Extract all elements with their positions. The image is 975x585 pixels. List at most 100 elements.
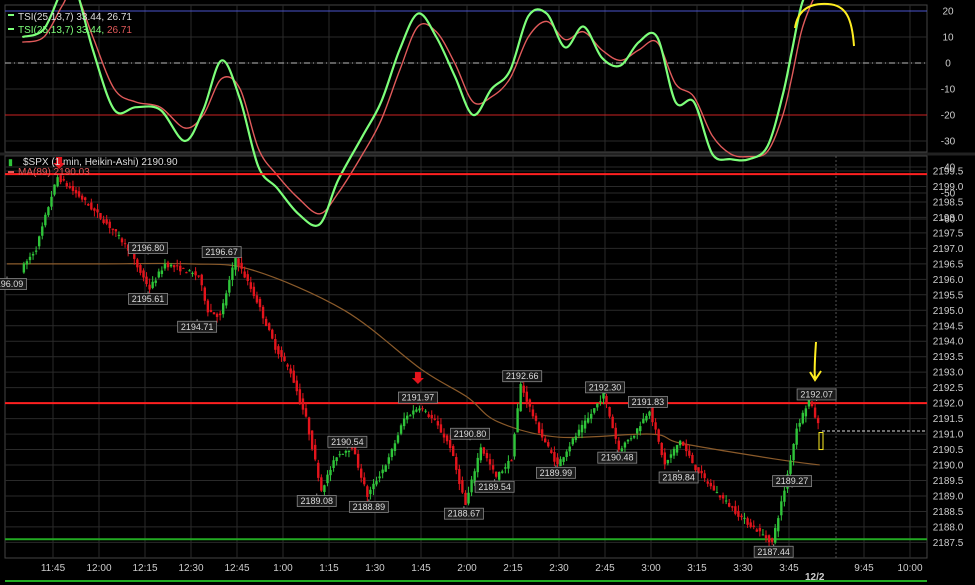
candle[interactable] [458, 469, 461, 484]
candle[interactable] [559, 459, 562, 467]
candle[interactable] [461, 480, 464, 493]
candle[interactable] [341, 453, 344, 455]
candle[interactable] [246, 274, 249, 281]
candle[interactable] [105, 219, 108, 224]
candle[interactable] [326, 474, 329, 484]
candle[interactable] [626, 439, 630, 442]
candle[interactable] [789, 460, 792, 474]
candle[interactable] [252, 286, 256, 296]
candle[interactable] [231, 267, 234, 281]
candle[interactable] [298, 389, 302, 402]
candle[interactable] [111, 228, 114, 230]
candle[interactable] [516, 408, 519, 433]
candle[interactable] [237, 258, 240, 266]
candle[interactable] [50, 196, 53, 207]
candle[interactable] [332, 460, 335, 469]
candle[interactable] [151, 281, 154, 288]
candle[interactable] [498, 472, 501, 480]
candle[interactable] [544, 438, 547, 443]
candle[interactable] [304, 408, 308, 417]
candle[interactable] [550, 450, 553, 454]
candle[interactable] [228, 280, 231, 293]
candle[interactable] [179, 265, 182, 272]
candle[interactable] [424, 410, 427, 412]
candle[interactable] [433, 418, 436, 420]
candle[interactable] [176, 265, 179, 267]
candle[interactable] [44, 214, 47, 226]
candle[interactable] [369, 489, 372, 495]
candle[interactable] [280, 350, 283, 358]
candle[interactable] [491, 465, 495, 470]
candle[interactable] [412, 410, 415, 415]
candle[interactable] [712, 485, 716, 491]
candle[interactable] [642, 418, 645, 424]
candle[interactable] [620, 448, 624, 452]
candle[interactable] [657, 429, 660, 442]
candle[interactable] [761, 534, 765, 536]
candle[interactable] [804, 408, 808, 417]
candle[interactable] [99, 213, 102, 219]
candle[interactable] [264, 318, 268, 327]
candle[interactable] [728, 502, 731, 507]
candle[interactable] [212, 312, 216, 315]
candle[interactable] [718, 495, 722, 498]
candle[interactable] [182, 267, 185, 269]
candle[interactable] [553, 452, 556, 462]
candle[interactable] [418, 408, 421, 411]
candle[interactable] [243, 271, 246, 278]
candle[interactable] [360, 468, 363, 478]
candle[interactable] [599, 401, 602, 403]
candle[interactable] [663, 452, 666, 465]
candle[interactable] [268, 323, 271, 330]
candle[interactable] [258, 299, 262, 308]
candle[interactable] [617, 440, 620, 450]
candle[interactable] [531, 409, 535, 417]
candle[interactable] [795, 428, 798, 445]
candle[interactable] [335, 457, 338, 462]
candle[interactable] [271, 329, 274, 339]
candle[interactable] [163, 263, 167, 269]
candle[interactable] [774, 528, 777, 543]
candle[interactable] [685, 444, 688, 452]
candle[interactable] [387, 457, 390, 464]
candle[interactable] [286, 364, 289, 367]
candle[interactable] [41, 226, 44, 236]
candle[interactable] [381, 469, 384, 474]
candle[interactable] [68, 186, 72, 188]
candle[interactable] [329, 469, 332, 476]
candle[interactable] [574, 436, 578, 441]
candle[interactable] [277, 346, 280, 355]
candle[interactable] [117, 234, 121, 236]
candle[interactable] [813, 407, 817, 418]
candle[interactable] [816, 417, 820, 424]
candle[interactable] [120, 238, 124, 243]
candle[interactable] [476, 457, 479, 473]
candle[interactable] [71, 186, 75, 191]
candle[interactable] [402, 418, 406, 427]
candle[interactable] [540, 429, 544, 438]
candle[interactable] [709, 482, 712, 487]
candle[interactable] [448, 440, 452, 449]
candle[interactable] [197, 275, 200, 277]
candle[interactable] [510, 460, 513, 462]
candle[interactable] [688, 450, 691, 456]
candle[interactable] [123, 243, 127, 245]
candle[interactable] [470, 479, 473, 493]
candle[interactable] [344, 450, 348, 453]
candle[interactable] [194, 271, 197, 276]
candle[interactable] [780, 501, 783, 516]
candle[interactable] [62, 179, 65, 181]
candle[interactable] [366, 486, 369, 497]
candle[interactable] [148, 284, 151, 290]
candle[interactable] [108, 221, 111, 229]
candle[interactable] [384, 465, 387, 472]
candle[interactable] [675, 444, 679, 453]
candle[interactable] [593, 408, 596, 413]
candle[interactable] [188, 270, 191, 272]
candle[interactable] [810, 401, 814, 407]
candle[interactable] [439, 424, 443, 433]
candle[interactable] [172, 265, 176, 268]
candle[interactable] [80, 195, 84, 200]
candle[interactable] [501, 471, 504, 473]
candle[interactable] [114, 229, 118, 232]
